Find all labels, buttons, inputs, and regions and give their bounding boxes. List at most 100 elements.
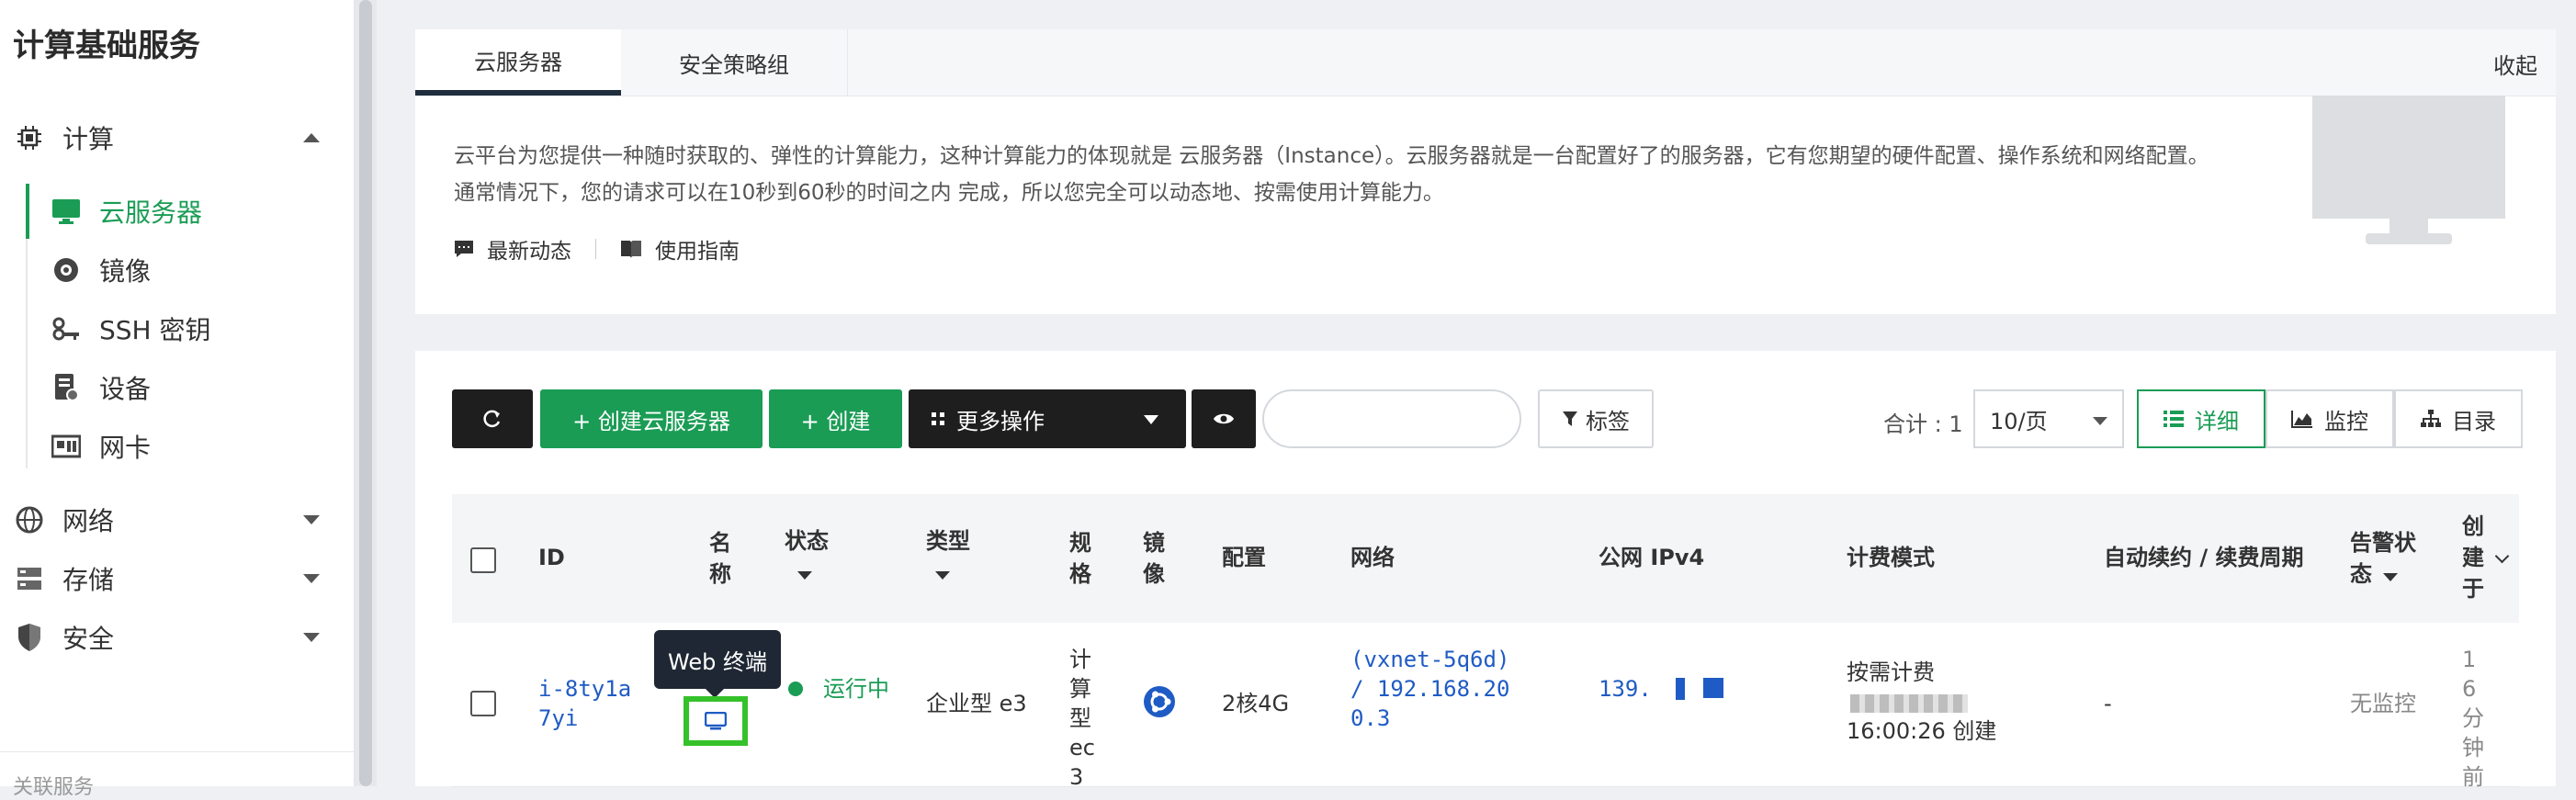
book-icon: [621, 241, 641, 258]
row-checkbox[interactable]: [470, 691, 496, 716]
chevron-down-icon[interactable]: [2494, 548, 2510, 564]
column-header-billing[interactable]: 计费模式: [1847, 542, 1935, 573]
refresh-icon: [483, 410, 501, 428]
sidebar-group-label: 计算: [62, 124, 115, 154]
column-header-type[interactable]: 类型: [926, 525, 970, 588]
column-header-spec[interactable]: 规格: [1069, 527, 1097, 590]
chevron-up-icon: [303, 133, 320, 142]
sidebar-group-network[interactable]: 网络: [0, 494, 354, 546]
web-terminal-button[interactable]: [684, 696, 748, 746]
sidebar-item-instances[interactable]: 云服务器: [26, 184, 354, 239]
sidebar-group-label: 网络: [62, 506, 115, 536]
column-header-alarm[interactable]: 告警状态: [2350, 527, 2423, 590]
instance-spec: 计算型ec3: [1069, 647, 1095, 790]
table-header: ID 名称 状态 类型 规格 镜像 配置 网络 公网 IPv4 计费模式 自动续…: [452, 494, 2519, 624]
scrollbar-thumb[interactable]: [359, 0, 372, 786]
monitor-illustration: [2312, 96, 2505, 252]
search-input[interactable]: [1262, 389, 1521, 448]
refresh-button[interactable]: [452, 389, 533, 448]
view-monitor-button[interactable]: 监控: [2265, 389, 2394, 448]
sidebar-footer: 关联服务: [0, 751, 354, 799]
created-time: 16分钟前: [2462, 647, 2484, 790]
sidebar-item-label: SSH 密钥: [99, 315, 211, 345]
column-header-created[interactable]: 创建于: [2462, 511, 2490, 604]
more-actions-label: 更多操作: [956, 408, 1045, 434]
tab-security-groups[interactable]: 安全策略组: [621, 29, 848, 96]
tags-filter-button[interactable]: 标签: [1538, 389, 1654, 448]
monitor-icon: [50, 195, 83, 228]
network-link[interactable]: (vxnet-5q6d) / 192.168.200.3: [1350, 645, 1516, 733]
ubuntu-icon[interactable]: [1143, 685, 1176, 726]
column-header-config[interactable]: 配置: [1222, 542, 1266, 573]
sidebar-item-devices[interactable]: 设备: [26, 360, 354, 415]
tab-label: 安全策略组: [679, 51, 789, 78]
sidebar-item-label: 网卡: [99, 433, 152, 463]
list-icon: [2164, 411, 2184, 427]
page-size-select[interactable]: 10/页: [1973, 389, 2124, 448]
view-toggle-button[interactable]: [1192, 389, 1256, 448]
chevron-down-icon: [303, 633, 320, 642]
sidebar-item-ssh-keys[interactable]: SSH 密钥: [26, 301, 354, 356]
view-detail-button[interactable]: 详细: [2137, 389, 2265, 448]
sidebar-group-label: 存储: [62, 565, 115, 595]
sort-down-icon: [2383, 573, 2399, 581]
select-all-checkbox[interactable]: [470, 547, 496, 573]
collapse-button[interactable]: 收起: [2493, 48, 2537, 80]
sidebar-item-label: 云服务器: [99, 197, 203, 228]
sidebar-item-label: 设备: [99, 374, 152, 404]
sort-down-icon: [935, 571, 950, 580]
cpu-icon: [15, 123, 44, 152]
view-label: 目录: [2452, 408, 2496, 434]
sidebar-group-label: 安全: [62, 624, 115, 654]
chevron-down-icon: [1144, 415, 1158, 424]
column-header-id[interactable]: ID: [538, 542, 565, 573]
sidebar-group-compute[interactable]: 计算: [0, 112, 354, 163]
latest-news-link[interactable]: 最新动态: [454, 233, 571, 265]
status-text: 运行中: [823, 676, 889, 702]
grid-icon: [932, 412, 944, 425]
column-header-network[interactable]: 网络: [1350, 542, 1395, 573]
user-guide-link[interactable]: 使用指南: [620, 233, 740, 265]
tags-label: 标签: [1586, 408, 1630, 434]
column-header-renew[interactable]: 自动续约 / 续费周期: [2104, 542, 2303, 573]
more-actions-dropdown[interactable]: 更多操作: [909, 389, 1186, 448]
renew-value: -: [2104, 691, 2112, 716]
create-instance-button[interactable]: + 创建云服务器: [540, 389, 763, 448]
billing-created-time: 16:00:26 创建: [1847, 718, 1997, 744]
column-header-name[interactable]: 名称: [709, 527, 737, 590]
key-icon: [50, 312, 83, 345]
column-header-public-ip[interactable]: 公网 IPv4: [1599, 542, 1704, 573]
sidebar-title: 计算基础服务: [13, 28, 200, 64]
total-count: 合计 : 1: [1883, 411, 1963, 437]
web-terminal-tooltip: Web 终端: [654, 630, 781, 698]
message-icon: [455, 241, 473, 257]
link-label: 使用指南: [655, 240, 740, 264]
sidebar-item-label: 镜像: [99, 256, 152, 287]
tab-instances[interactable]: 云服务器: [415, 29, 621, 96]
tab-bar: 云服务器 安全策略组 收起: [415, 29, 2556, 96]
sidebar-scrollbar[interactable]: [355, 0, 377, 786]
sidebar-item-nics[interactable]: 网卡: [26, 419, 354, 474]
sidebar: 计算基础服务 计算 云服务器 镜像 SSH 密钥 设备 网卡 网络 存储 安全 …: [0, 0, 355, 799]
view-mode-group: 详细 监控 目录: [2137, 389, 2523, 448]
storage-icon: [15, 564, 44, 593]
chevron-down-icon: [2093, 417, 2107, 425]
link-divider: [595, 239, 596, 259]
billing-mode: 按需计费: [1847, 659, 1935, 685]
sidebar-item-images[interactable]: 镜像: [26, 242, 354, 298]
sort-down-icon: [797, 571, 812, 580]
sidebar-group-security[interactable]: 安全: [0, 612, 354, 663]
column-header-image[interactable]: 镜像: [1143, 527, 1170, 590]
public-ip-link[interactable]: 139.: [1599, 674, 1652, 704]
device-icon: [50, 371, 83, 404]
instance-config: 2核4G: [1222, 691, 1290, 716]
create-button[interactable]: + 创建: [769, 389, 902, 448]
instance-type: 企业型 e3: [926, 691, 1027, 716]
instance-id-link[interactable]: i-8ty1a7yi: [538, 674, 634, 733]
view-tree-button[interactable]: 目录: [2394, 389, 2523, 448]
column-header-status[interactable]: 状态: [785, 525, 829, 588]
sitemap-icon: [2421, 410, 2441, 427]
sidebar-group-storage[interactable]: 存储: [0, 553, 354, 604]
redacted-date: [1850, 694, 1968, 713]
terminal-icon: [705, 712, 727, 730]
